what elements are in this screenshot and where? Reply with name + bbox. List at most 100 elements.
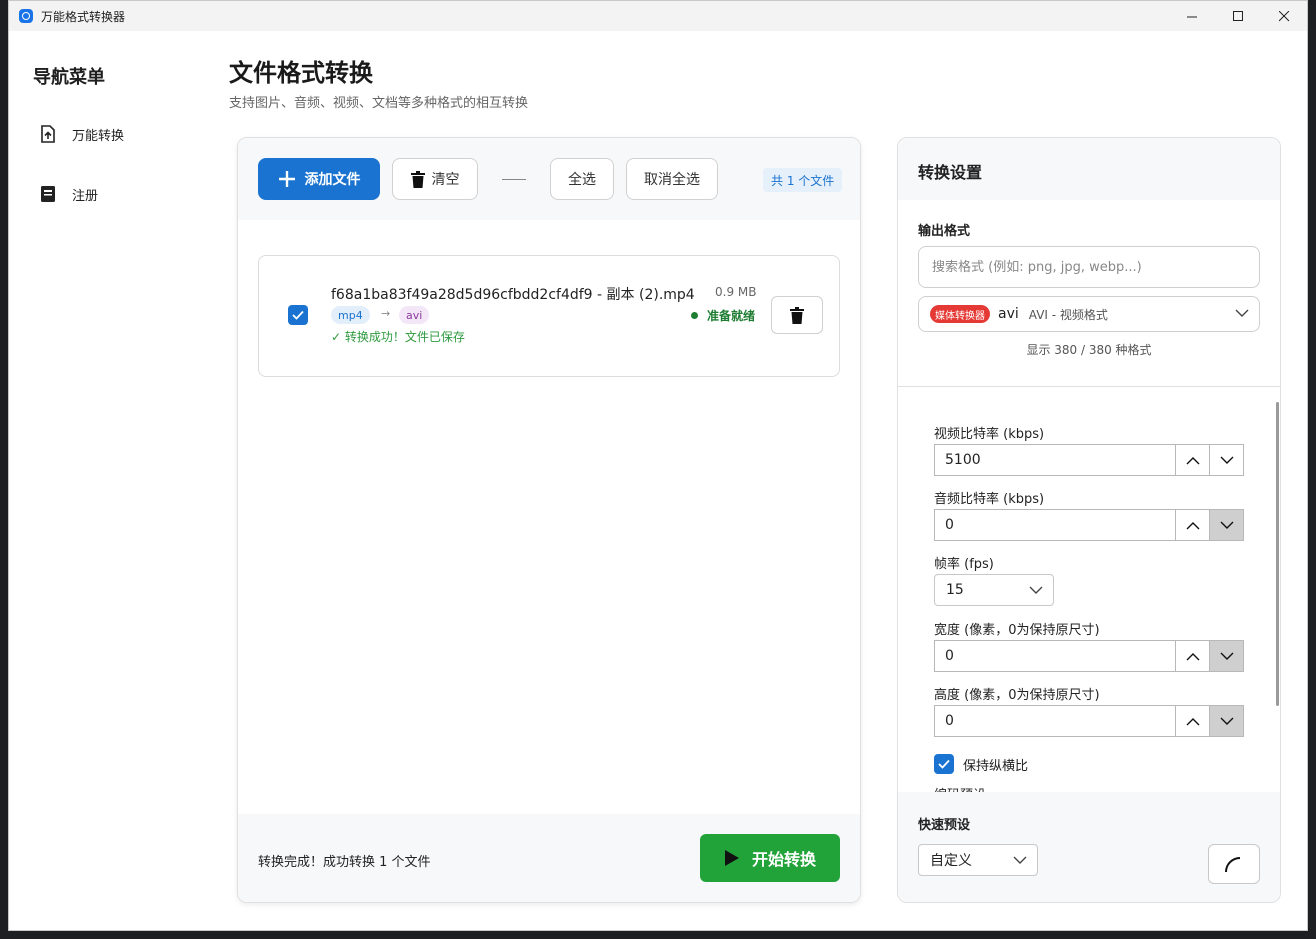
chevron-down-icon: [1220, 652, 1233, 660]
width-label: 宽度 (像素，0为保持原尺寸): [934, 623, 1100, 638]
trash-icon: [790, 306, 804, 324]
chevron-down-icon: [1220, 717, 1233, 725]
file-toolbar: 添加文件 清空 全选 取消全选 共 1 个文件: [238, 138, 860, 220]
start-conversion-button[interactable]: 开始转换: [700, 834, 840, 882]
audio-bitrate-label: 音频比特率 (kbps): [934, 492, 1045, 507]
source-format-tag: mp4: [331, 306, 370, 324]
conversion-status-text: 转换完成！成功转换 1 个文件: [258, 855, 431, 870]
media-converter-badge: 媒体转换器: [930, 305, 990, 323]
decrement-button[interactable]: [1209, 445, 1243, 475]
page-subtitle: 支持图片、音频、视频、文档等多种格式的相互转换: [229, 96, 529, 111]
status-dot-icon: [691, 312, 698, 319]
height-value[interactable]: 0: [935, 706, 1175, 736]
quick-preset-select[interactable]: 自定义: [918, 844, 1038, 876]
settings-title: 转换设置: [918, 163, 983, 182]
file-checkbox[interactable]: [288, 305, 308, 325]
output-format-label: 输出格式: [918, 224, 971, 239]
file-status-label: 准备就绪: [707, 309, 756, 323]
chevron-down-icon: [1235, 309, 1249, 317]
play-icon: [724, 850, 739, 866]
trash-icon: [410, 170, 425, 188]
height-stepper[interactable]: 0: [934, 705, 1244, 737]
keep-aspect-ratio-checkbox[interactable]: [934, 754, 954, 774]
window-title: 万能格式转换器: [41, 9, 126, 24]
start-conversion-label: 开始转换: [751, 850, 816, 869]
plus-icon: [278, 171, 295, 187]
video-bitrate-value[interactable]: 5100: [935, 445, 1175, 475]
video-bitrate-label: 视频比特率 (kbps): [934, 427, 1045, 442]
title-bar: 万能格式转换器: [9, 1, 1307, 31]
maximize-button[interactable]: [1215, 1, 1261, 31]
minimize-button[interactable]: [1169, 1, 1215, 31]
check-icon: [292, 310, 304, 320]
video-bitrate-stepper[interactable]: 5100: [934, 444, 1244, 476]
book-icon: [39, 185, 57, 203]
chevron-down-icon: [1220, 456, 1233, 464]
file-list-item: f68a1ba83f49a28d5d96cfbdd2cf4df9 - 副本 (2…: [258, 255, 840, 377]
action-footer: 转换完成！成功转换 1 个文件 开始转换: [238, 814, 860, 902]
conversion-success-message: ✓ 转换成功！文件已保存: [331, 330, 465, 344]
deselect-all-label: 取消全选: [644, 172, 700, 188]
check-icon: [938, 759, 950, 769]
sidebar-item-convert[interactable]: 万能转换: [39, 119, 124, 149]
maximize-icon: [1232, 10, 1243, 21]
decrement-button[interactable]: [1209, 641, 1243, 671]
decrement-button[interactable]: [1209, 706, 1243, 736]
sidebar-item-label: 万能转换: [72, 128, 125, 144]
minimize-icon: [1186, 16, 1197, 17]
deselect-all-button[interactable]: 取消全选: [626, 158, 718, 200]
add-file-button[interactable]: 添加文件: [258, 158, 380, 200]
increment-button[interactable]: [1175, 510, 1209, 540]
file-status: 准备就绪: [691, 307, 755, 324]
chevron-up-icon: [1186, 717, 1199, 725]
selected-format-desc: AVI - 视频格式: [1028, 307, 1108, 322]
sidebar-item-register[interactable]: 注册: [39, 179, 98, 209]
audio-bitrate-value[interactable]: 0: [935, 510, 1175, 540]
selected-format-code: avi: [998, 306, 1019, 322]
format-search-input[interactable]: [918, 246, 1260, 288]
quick-preset-label: 快速预设: [918, 818, 971, 833]
close-icon: [1278, 10, 1289, 21]
app-logo-icon: [19, 9, 33, 23]
increment-button[interactable]: [1175, 445, 1209, 475]
settings-header: 转换设置: [898, 138, 1280, 200]
audio-bitrate-stepper[interactable]: 0: [934, 509, 1244, 541]
settings-card: 转换设置 输出格式 媒体转换器 avi AVI - 视频格式 显示 380 / …: [897, 137, 1281, 903]
fps-value: 15: [946, 582, 964, 598]
section-divider: [898, 386, 1280, 387]
chevron-up-icon: [1186, 521, 1199, 529]
fps-select[interactable]: 15: [934, 574, 1054, 606]
fps-label: 帧率 (fps): [934, 557, 994, 572]
file-count-badge: 共 1 个文件: [763, 168, 843, 192]
settings-scrollbar[interactable]: [1276, 402, 1279, 706]
file-list-card: 添加文件 清空 全选 取消全选 共 1 个文件 f68a1ba83f49a28d…: [237, 137, 861, 903]
height-label: 高度 (像素，0为保持原尺寸): [934, 688, 1100, 703]
loading-spinner-button[interactable]: [1208, 844, 1260, 884]
quick-preset-value: 自定义: [930, 853, 972, 869]
add-file-label: 添加文件: [304, 172, 361, 188]
select-all-button[interactable]: 全选: [550, 158, 614, 200]
format-count-text: 显示 380 / 380 种格式: [1026, 343, 1152, 357]
sidebar-item-label: 注册: [72, 188, 99, 204]
sidebar: 导航菜单 万能转换 注册: [9, 31, 209, 930]
width-stepper[interactable]: 0: [934, 640, 1244, 672]
clear-label: 清空: [431, 172, 460, 188]
width-value[interactable]: 0: [935, 641, 1175, 671]
delete-file-button[interactable]: [771, 296, 823, 334]
close-button[interactable]: [1261, 1, 1307, 31]
select-all-label: 全选: [568, 172, 596, 188]
increment-button[interactable]: [1175, 641, 1209, 671]
chevron-down-icon: [1013, 856, 1027, 864]
keep-aspect-ratio-label: 保持纵横比: [963, 758, 1029, 774]
clear-button[interactable]: 清空: [392, 158, 478, 200]
file-size: 0.9 MB: [715, 285, 757, 299]
page-title: 文件格式转换: [229, 59, 373, 87]
chevron-up-icon: [1186, 456, 1199, 464]
format-select[interactable]: 媒体转换器 avi AVI - 视频格式: [918, 296, 1260, 332]
keep-aspect-ratio-option[interactable]: 保持纵横比: [934, 754, 1028, 774]
file-name: f68a1ba83f49a28d5d96cfbdd2cf4df9 - 副本 (2…: [331, 287, 695, 303]
spinner-icon: [1225, 857, 1241, 873]
chevron-down-icon: [1029, 586, 1043, 594]
increment-button[interactable]: [1175, 706, 1209, 736]
decrement-button[interactable]: [1209, 510, 1243, 540]
